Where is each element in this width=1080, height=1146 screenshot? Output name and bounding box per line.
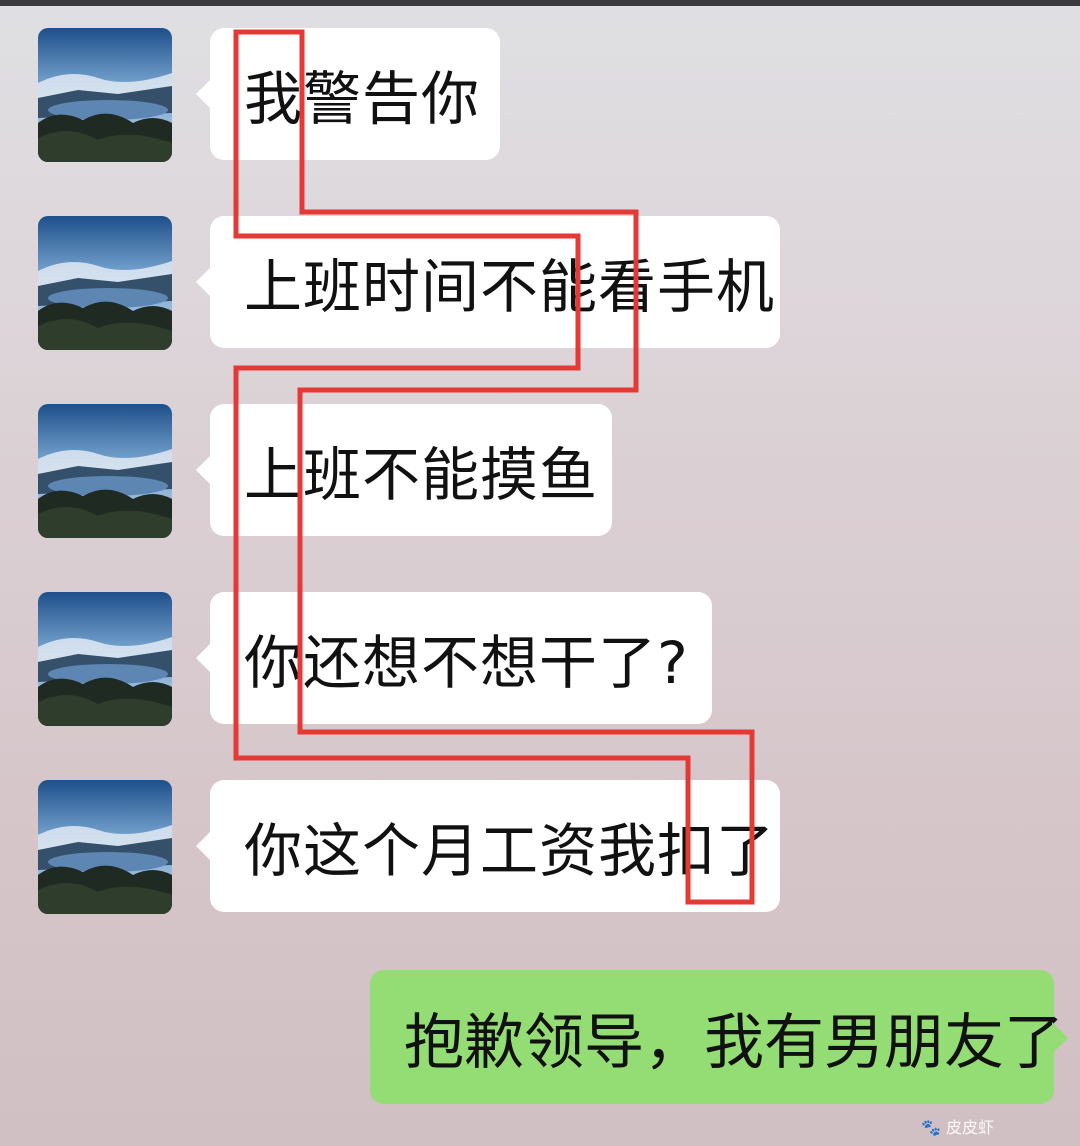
avatar[interactable] (38, 28, 172, 162)
lake-landscape-icon (38, 780, 172, 914)
avatar[interactable] (38, 216, 172, 350)
lake-landscape-icon (38, 216, 172, 350)
message-text: 你还想不想干了? (244, 629, 689, 697)
message-text: 你这个月工资我扣了 (244, 817, 776, 885)
lake-landscape-icon (38, 28, 172, 162)
message-row: 你这个月工资我扣了 (0, 780, 1080, 920)
lake-landscape-icon (38, 592, 172, 726)
message-text: 抱歉领导，我有男朋友了 (404, 1007, 1064, 1078)
avatar[interactable] (38, 780, 172, 914)
message-row: 上班不能摸鱼 (0, 404, 1080, 544)
lake-landscape-icon (38, 404, 172, 538)
paw-icon: 🐾 (920, 1118, 941, 1137)
message-text: 上班时间不能看手机 (244, 253, 776, 321)
avatar[interactable] (38, 592, 172, 726)
message-bubble[interactable]: 上班不能摸鱼 (196, 404, 612, 536)
message-bubble[interactable]: 你还想不想干了? (196, 592, 712, 724)
message-row: 你还想不想干了? (0, 592, 1080, 732)
self-message-bubble[interactable]: 抱歉领导，我有男朋友了 (370, 970, 1068, 1104)
avatar[interactable] (38, 404, 172, 538)
message-text: 上班不能摸鱼 (244, 441, 599, 509)
message-row: 我警告你 (0, 28, 1080, 168)
message-row: 上班时间不能看手机 (0, 216, 1080, 356)
message-bubble[interactable]: 你这个月工资我扣了 (196, 780, 780, 912)
status-bar-edge (0, 0, 1080, 6)
watermark: 🐾 皮皮虾 (920, 1118, 994, 1137)
message-text: 我警告你 (244, 65, 481, 133)
message-bubble[interactable]: 上班时间不能看手机 (196, 216, 780, 348)
message-bubble[interactable]: 我警告你 (196, 28, 500, 160)
